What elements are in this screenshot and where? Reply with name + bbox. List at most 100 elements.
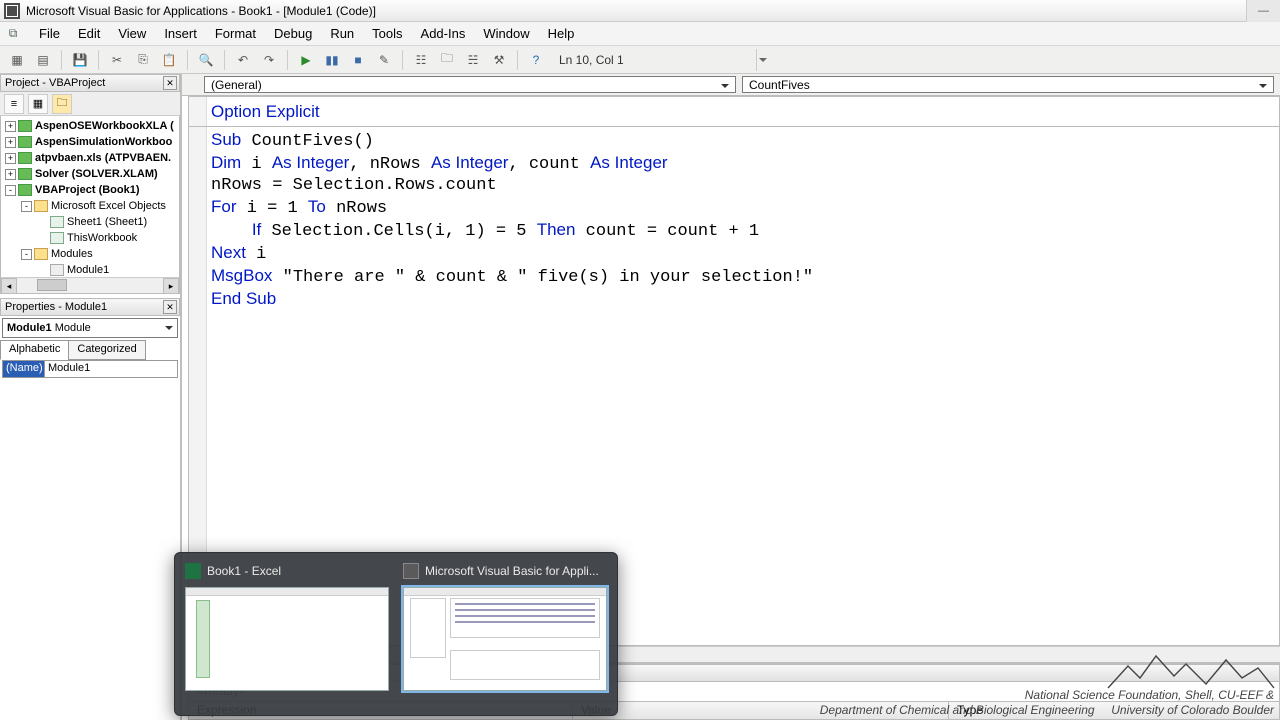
object-combo[interactable]: (General) [204, 76, 736, 93]
menu-debug[interactable]: Debug [265, 24, 321, 43]
vba-icon [18, 168, 32, 180]
tree-label: AspenOSEWorkbookXLA ( [35, 120, 174, 132]
menu-help[interactable]: Help [539, 24, 584, 43]
close-icon[interactable]: ✕ [163, 76, 177, 90]
tree-row[interactable]: -Modules [1, 246, 179, 262]
expander-icon[interactable]: + [5, 169, 16, 180]
project-panel-title: Project - VBAProject [5, 77, 105, 89]
menu-edit[interactable]: Edit [69, 24, 109, 43]
tree-row[interactable]: Sheet1 (Sheet1) [1, 214, 179, 230]
copy-icon[interactable]: ⎘ [132, 49, 154, 71]
procedure-combo-value: CountFives [749, 78, 810, 92]
menu-view[interactable]: View [109, 24, 155, 43]
find-icon[interactable]: 🔍 [195, 49, 217, 71]
tree-row[interactable]: + AspenOSEWorkbookXLA ( [1, 118, 179, 134]
scroll-track[interactable] [17, 278, 163, 293]
tree-row[interactable]: -VBAProject (Book1) [1, 182, 179, 198]
help-icon[interactable]: ? [525, 49, 547, 71]
object-browser-icon[interactable]: ☵ [462, 49, 484, 71]
toolbox-icon[interactable]: ⚒ [488, 49, 510, 71]
code-text[interactable]: Option Explicit Sub CountFives() Dim i A… [211, 101, 1275, 311]
properties-icon[interactable]: 🗀 [436, 49, 458, 71]
view-object-icon[interactable]: ▦ [28, 94, 48, 114]
paste-icon[interactable]: 📋 [158, 49, 180, 71]
property-value[interactable]: Module1 [45, 361, 177, 377]
reset-icon[interactable]: ■ [347, 49, 369, 71]
excel-return-icon[interactable]: ⧉ [4, 25, 22, 43]
view-code-icon[interactable]: ≡ [4, 94, 24, 114]
menu-format[interactable]: Format [206, 24, 265, 43]
tree-label: Solver (SOLVER.XLAM) [35, 168, 158, 180]
window-title: Microsoft Visual Basic for Applications … [26, 4, 376, 18]
property-row[interactable]: (Name) Module1 [3, 361, 177, 377]
expander-icon[interactable]: + [5, 121, 16, 132]
properties-tabs: Alphabetic Categorized [0, 340, 180, 360]
sheet-icon [50, 232, 64, 244]
procedure-combo[interactable]: CountFives [742, 76, 1274, 93]
tree-label: Microsoft Excel Objects [51, 200, 166, 212]
project-tree[interactable]: + AspenOSEWorkbookXLA ( +AspenSimulationWo… [0, 116, 180, 294]
task-item-vba[interactable]: Microsoft Visual Basic for Appli... [403, 563, 607, 705]
insert-module-icon[interactable]: ▤ [32, 49, 54, 71]
taskbar-preview: Book1 - Excel Microsoft Visual Basic for… [174, 552, 618, 716]
menu-tools[interactable]: Tools [363, 24, 411, 43]
credit-line-3: University of Colorado Boulder [1111, 703, 1274, 717]
tree-row[interactable]: - Microsoft Excel Objects [1, 198, 179, 214]
run-icon[interactable]: ▶ [295, 49, 317, 71]
properties-panel-title: Properties - Module1 [5, 301, 107, 313]
vba-icon [18, 152, 32, 164]
tab-categorized[interactable]: Categorized [68, 340, 145, 360]
view-excel-icon[interactable]: ▦ [6, 49, 28, 71]
tree-row[interactable]: + atpvbaen.xls (ATPVBAEN. [1, 150, 179, 166]
expander-icon[interactable]: + [5, 153, 16, 164]
expander-icon[interactable]: + [5, 137, 16, 148]
tree-row[interactable]: Module1 [1, 262, 179, 278]
menu-file[interactable]: File [30, 24, 69, 43]
object-selector[interactable]: Module1 Module1 ModuleModule [2, 318, 178, 338]
thumbnail-vba[interactable] [403, 587, 607, 691]
tree-label: atpvbaen.xls (ATPVBAEN. [35, 152, 171, 164]
excel-icon [185, 563, 201, 579]
break-icon[interactable]: ▮▮ [321, 49, 343, 71]
undo-icon[interactable]: ↶ [232, 49, 254, 71]
thumbnail-excel[interactable] [185, 587, 389, 691]
tree-row[interactable]: + Solver (SOLVER.XLAM) [1, 166, 179, 182]
vba-icon [18, 136, 32, 148]
scroll-right-icon[interactable]: ▸ [163, 278, 179, 294]
separator [517, 50, 518, 70]
scroll-left-icon[interactable]: ◂ [1, 278, 17, 294]
project-explorer-icon[interactable]: ☷ [410, 49, 432, 71]
cut-icon[interactable]: ✂ [106, 49, 128, 71]
expander-icon [37, 233, 48, 244]
expander-icon[interactable]: - [21, 201, 32, 212]
properties-panel-header: Properties - Module1 ✕ [0, 298, 180, 316]
tab-alphabetic[interactable]: Alphabetic [0, 340, 69, 360]
toggle-folders-icon[interactable]: 🗀 [52, 94, 72, 114]
minimize-button[interactable]: — [1246, 0, 1280, 22]
redo-icon[interactable]: ↷ [258, 49, 280, 71]
expander-icon[interactable]: - [5, 185, 16, 196]
toolbar-dropdown-icon[interactable] [756, 49, 770, 71]
menu-addins[interactable]: Add-Ins [412, 24, 475, 43]
tree-row[interactable]: +AspenSimulationWorkboo [1, 134, 179, 150]
menu-insert[interactable]: Insert [155, 24, 206, 43]
mod-icon [50, 264, 64, 276]
task-item-excel[interactable]: Book1 - Excel [185, 563, 389, 705]
scroll-thumb[interactable] [37, 279, 67, 291]
close-icon[interactable]: ✕ [163, 300, 177, 314]
menu-run[interactable]: Run [321, 24, 363, 43]
properties-grid[interactable]: (Name) Module1 [2, 360, 178, 378]
separator [98, 50, 99, 70]
properties-panel: Properties - Module1 ✕ Module1 Module1 M… [0, 298, 180, 720]
title-bar: Microsoft Visual Basic for Applications … [0, 0, 1280, 22]
horizontal-scrollbar[interactable]: ◂ ▸ [1, 277, 179, 293]
menu-window[interactable]: Window [474, 24, 538, 43]
save-icon[interactable]: 💾 [69, 49, 91, 71]
app-icon [4, 3, 20, 19]
tree-label: Module1 [67, 264, 109, 276]
design-mode-icon[interactable]: ✎ [373, 49, 395, 71]
credits: National Science Foundation, Shell, CU-E… [820, 688, 1274, 718]
expander-icon[interactable]: - [21, 249, 32, 260]
tree-row[interactable]: ThisWorkbook [1, 230, 179, 246]
task-title: Book1 - Excel [185, 563, 389, 579]
